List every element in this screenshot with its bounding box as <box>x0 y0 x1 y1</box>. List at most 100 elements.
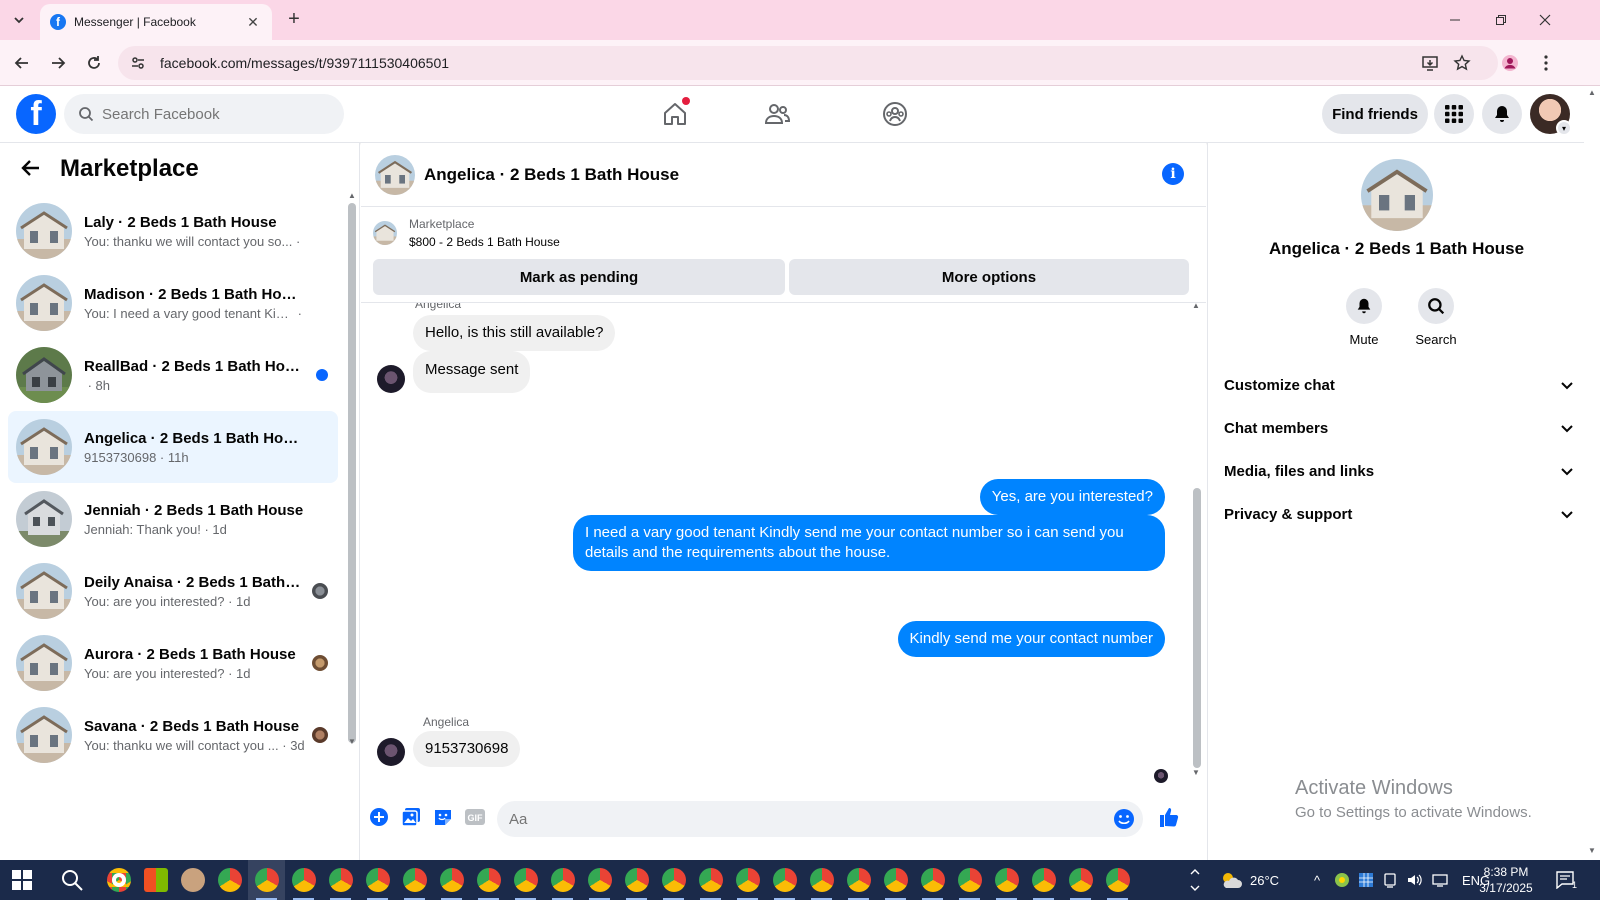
chrome-profile-app-icon[interactable] <box>359 860 396 900</box>
chrome-profile-app-icon[interactable] <box>618 860 655 900</box>
outgoing-message[interactable]: Kindly send me your contact number <box>897 621 1165 657</box>
incoming-message[interactable]: Message sent <box>413 351 531 393</box>
scroll-up-arrow-icon[interactable]: ▲ <box>1588 88 1596 97</box>
chrome-profile-app-icon[interactable] <box>433 860 470 900</box>
plus-circle-icon[interactable] <box>367 805 391 829</box>
weather-widget[interactable]: 26°C <box>1220 860 1279 900</box>
customize-chat-row[interactable]: Customize chat <box>1224 363 1574 407</box>
minimize-button[interactable] <box>1432 0 1478 40</box>
chrome-profile-app-icon[interactable] <box>1025 860 1062 900</box>
chrome-profile-app-icon[interactable] <box>988 860 1025 900</box>
nav-friends[interactable] <box>722 94 832 134</box>
chrome-profile-app-icon[interactable] <box>840 860 877 900</box>
incoming-message[interactable]: Hello, is this still available? <box>413 315 616 351</box>
tab-search-chevron-icon[interactable] <box>8 9 30 31</box>
conversation-item[interactable]: Aurora · 2 Beds 1 Bath House You: are yo… <box>8 627 338 699</box>
chrome-profile-app-icon[interactable] <box>1062 860 1099 900</box>
conversation-item[interactable]: Savana · 2 Beds 1 Bath House You: thanku… <box>8 699 338 771</box>
chrome-profile-app-icon[interactable] <box>211 860 248 900</box>
taskbar-scroll[interactable] <box>1180 860 1210 900</box>
bookmark-star-icon[interactable] <box>1450 51 1474 75</box>
chrome-profile-app-icon[interactable] <box>322 860 359 900</box>
chat-members-row[interactable]: Chat members <box>1224 406 1574 450</box>
conversation-item[interactable]: ReallBad · 2 Beds 1 Bath House · 8h <box>8 339 338 411</box>
chrome-profile-app-icon[interactable] <box>729 860 766 900</box>
address-bar[interactable]: facebook.com/messages/t/9397111530406501 <box>118 46 1498 80</box>
forward-button[interactable] <box>46 51 70 75</box>
scroll-up-arrow-icon[interactable]: ▲ <box>1192 301 1200 310</box>
mute-action[interactable]: Mute <box>1329 288 1399 347</box>
notifications-button[interactable] <box>1482 94 1522 134</box>
conversation-item[interactable]: Deily Anaisa · 2 Beds 1 Bath H... You: a… <box>8 555 338 627</box>
chrome-profile-app-icon[interactable] <box>396 860 433 900</box>
facebook-search[interactable] <box>64 94 344 134</box>
reload-button[interactable] <box>82 51 106 75</box>
windows-start-icon[interactable] <box>12 870 32 890</box>
chrome-profile-app-icon[interactable] <box>655 860 692 900</box>
volume-icon[interactable] <box>1406 872 1424 888</box>
like-thumb-icon[interactable] <box>1157 805 1181 829</box>
conversation-item[interactable]: Madison · 2 Beds 1 Bath House You: I nee… <box>8 267 338 339</box>
nav-groups[interactable] <box>840 94 950 134</box>
media-files-links-row[interactable]: Media, files and links <box>1224 449 1574 493</box>
incoming-message[interactable]: 9153730698 <box>413 731 521 767</box>
store-app-icon[interactable] <box>137 860 174 900</box>
outgoing-message[interactable]: Yes, are you interested? <box>979 479 1165 515</box>
chrome-profile-app-icon[interactable] <box>507 860 544 900</box>
browser-menu-icon[interactable] <box>1534 51 1558 75</box>
sender-avatar[interactable] <box>377 738 405 766</box>
chat-avatar[interactable] <box>375 154 415 195</box>
chrome-profile-app-icon[interactable] <box>544 860 581 900</box>
app-icon[interactable] <box>174 860 211 900</box>
chrome-profile-app-icon[interactable] <box>803 860 840 900</box>
conversation-list-scrollbar[interactable] <box>348 203 356 743</box>
message-input-box[interactable] <box>497 801 1143 837</box>
chrome-profile-app-icon[interactable] <box>285 860 322 900</box>
sender-avatar[interactable] <box>377 365 405 393</box>
more-options-button[interactable]: More options <box>789 259 1189 295</box>
new-tab-button[interactable]: + <box>282 8 306 32</box>
account-avatar[interactable]: ▾ <box>1530 94 1572 136</box>
search-input[interactable] <box>102 105 322 123</box>
conversation-item[interactable]: Angelica · 2 Beds 1 Bath House 915373069… <box>8 411 338 483</box>
site-info-icon[interactable] <box>130 55 146 71</box>
chrome-app-icon[interactable] <box>100 860 137 900</box>
privacy-support-row[interactable]: Privacy & support <box>1224 492 1574 536</box>
emoji-icon[interactable] <box>1113 808 1135 830</box>
conversation-item[interactable]: Laly · 2 Beds 1 Bath House You: thanku w… <box>8 195 338 267</box>
restore-button[interactable] <box>1478 0 1524 40</box>
chrome-profile-app-icon[interactable] <box>692 860 729 900</box>
tray-app-icon[interactable] <box>1334 872 1350 888</box>
page-scrollbar[interactable]: ▲ ▼ <box>1584 86 1600 860</box>
chrome-profile-app-icon[interactable] <box>1099 860 1136 900</box>
find-friends-button[interactable]: Find friends <box>1322 94 1428 134</box>
chrome-profile-app-icon[interactable] <box>877 860 914 900</box>
chrome-profile-app-icon[interactable] <box>248 860 285 900</box>
chrome-profile-app-icon[interactable] <box>766 860 803 900</box>
back-button[interactable] <box>10 51 34 75</box>
photo-icon[interactable] <box>399 805 423 829</box>
close-window-button[interactable] <box>1522 0 1568 40</box>
nav-home[interactable] <box>620 94 730 134</box>
scroll-down-arrow-icon[interactable]: ▼ <box>348 737 356 746</box>
info-icon[interactable]: i <box>1162 163 1184 185</box>
chat-title[interactable]: Angelica · 2 Beds 1 Bath House <box>424 165 679 185</box>
notification-center-button[interactable]: 1 <box>1556 860 1577 900</box>
search-action[interactable]: Search <box>1401 288 1471 347</box>
outgoing-message[interactable]: I need a vary good tenant Kindly send me… <box>573 515 1165 571</box>
menu-grid-button[interactable] <box>1434 94 1474 134</box>
browser-tab-messenger[interactable]: f Messenger | Facebook ✕ <box>40 4 272 40</box>
conversation-item[interactable]: Jenniah · 2 Beds 1 Bath House Jenniah: T… <box>8 483 338 555</box>
chrome-profile-app-icon[interactable] <box>914 860 951 900</box>
chrome-profile-app-icon[interactable] <box>470 860 507 900</box>
network-icon[interactable] <box>1432 872 1450 888</box>
mark-as-pending-button[interactable]: Mark as pending <box>373 259 785 295</box>
back-arrow-icon[interactable] <box>20 157 44 181</box>
chrome-profile-app-icon[interactable] <box>581 860 618 900</box>
message-scrollbar[interactable] <box>1193 488 1201 768</box>
taskbar-clock[interactable]: 8:38 PM 3/17/2025 <box>1466 864 1546 896</box>
scroll-down-arrow-icon[interactable]: ▼ <box>1588 846 1596 855</box>
scroll-up-arrow-icon[interactable]: ▲ <box>348 191 356 200</box>
listing-info[interactable]: Marketplace $800 - 2 Beds 1 Bath House <box>373 217 560 249</box>
taskbar-search-icon[interactable] <box>60 868 84 892</box>
